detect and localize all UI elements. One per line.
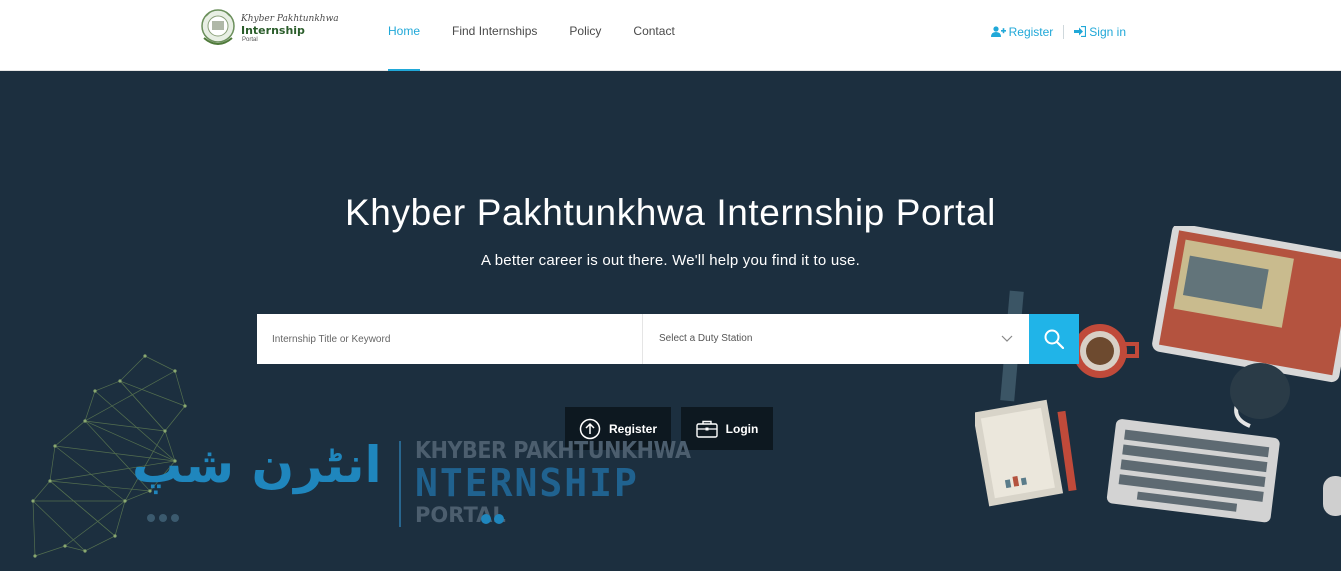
hero-login-label: Login xyxy=(725,421,759,436)
user-plus-icon xyxy=(990,26,1006,37)
chevron-down-icon xyxy=(1001,335,1013,342)
briefcase-icon xyxy=(695,420,718,438)
auth-links: Register Sign in xyxy=(990,0,1126,63)
hero-section: Khyber Pakhtunkhwa Internship Portal A b… xyxy=(0,71,1341,571)
nav-home[interactable]: Home xyxy=(388,0,421,71)
nav-contact[interactable]: Contact xyxy=(633,0,674,71)
upload-circle-icon xyxy=(579,418,601,439)
keyword-search-input[interactable] xyxy=(257,314,642,364)
signin-link[interactable]: Sign in xyxy=(1074,25,1126,39)
hero-title: Khyber Pakhtunkhwa Internship Portal xyxy=(345,192,996,233)
duty-station-select-label: Select a Duty Station xyxy=(659,333,753,344)
search-bar: Select a Duty Station xyxy=(257,314,1079,364)
watermark-urdu-text: انٹرن شپ xyxy=(132,436,382,494)
nav-find-internships[interactable]: Find Internships xyxy=(452,0,537,71)
logo-line1: Khyber Pakhtunkhwa xyxy=(241,14,339,24)
register-link-label: Register xyxy=(1008,24,1054,39)
nav-policy[interactable]: Policy xyxy=(569,0,601,71)
register-link[interactable]: Register xyxy=(990,24,1054,39)
watermark-divider xyxy=(399,441,401,527)
sign-in-icon xyxy=(1074,26,1087,37)
main-nav: Home Find Internships Policy Contact xyxy=(388,0,707,71)
hero-subtitle: A better career is out there. We'll help… xyxy=(481,252,860,269)
auth-divider xyxy=(1063,24,1065,39)
search-button[interactable] xyxy=(1029,314,1079,364)
duty-station-select[interactable]: Select a Duty Station xyxy=(642,314,1029,364)
logo-line3: Portal xyxy=(242,37,258,43)
top-navbar: Khyber Pakhtunkhwa Internship Portal Hom… xyxy=(0,0,1341,71)
hero-login-button[interactable]: Login xyxy=(681,407,773,450)
watermark-dots-icon xyxy=(147,514,179,522)
desk-illustration xyxy=(975,226,1341,523)
hero-register-label: Register xyxy=(608,421,658,436)
site-logo[interactable]: Khyber Pakhtunkhwa Internship Portal xyxy=(198,6,348,54)
search-icon xyxy=(1044,329,1064,349)
watermark-dots2-icon xyxy=(481,514,504,524)
kp-emblem-icon xyxy=(201,9,235,45)
watermark-line2: NTERNSHIP xyxy=(415,461,639,505)
logo-line2: Internship xyxy=(241,24,305,37)
signin-link-label: Sign in xyxy=(1089,24,1126,39)
